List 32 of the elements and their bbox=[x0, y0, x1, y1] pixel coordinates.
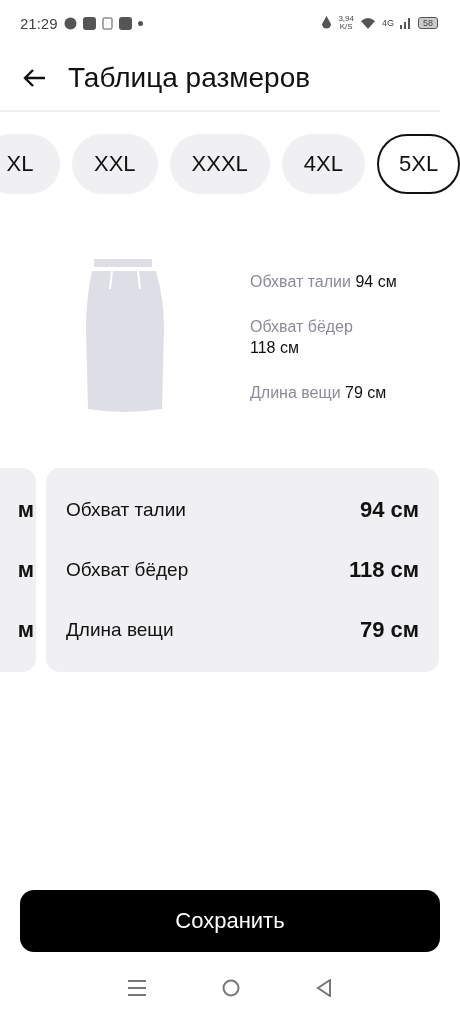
signal-icon bbox=[400, 17, 412, 29]
page-title: Таблица размеров bbox=[68, 62, 311, 94]
measurement-value: м bbox=[17, 617, 34, 643]
status-time: 21:29 bbox=[20, 14, 58, 32]
battery-indicator: 58 bbox=[418, 17, 438, 29]
size-chip[interactable]: 4XL bbox=[281, 134, 365, 194]
measurement-text: Обхват талии 94 см bbox=[250, 272, 397, 292]
size-chip[interactable]: XL bbox=[0, 134, 60, 194]
measurement-label: Обхват талии bbox=[66, 499, 186, 521]
save-button[interactable]: Сохранить bbox=[20, 890, 440, 952]
measurement-label: Длина вещи bbox=[66, 619, 174, 641]
back-button[interactable] bbox=[22, 68, 46, 88]
back-icon[interactable] bbox=[316, 979, 332, 997]
measurement-text: Обхват бёдер 118 см bbox=[250, 317, 354, 358]
home-icon[interactable] bbox=[222, 979, 240, 997]
measurement-value: м bbox=[17, 497, 34, 523]
size-chip[interactable]: XXXL bbox=[169, 134, 270, 194]
measurement-text: Длина вещи 79 см bbox=[250, 383, 388, 403]
measurement-value: м bbox=[17, 557, 34, 583]
measurement-label: Обхват бёдер bbox=[66, 559, 189, 581]
network-label: 4G bbox=[381, 18, 394, 28]
measurement-value: 79 см bbox=[359, 617, 419, 643]
dot-icon bbox=[137, 20, 143, 26]
speed-unit: K/S bbox=[339, 23, 353, 31]
drop-icon bbox=[321, 16, 333, 30]
measurement-value: 118 см bbox=[348, 557, 419, 583]
size-chip[interactable]: 5XL bbox=[377, 134, 460, 194]
wifi-icon bbox=[359, 16, 376, 30]
speed-value: 3,94 bbox=[338, 15, 354, 23]
menu-icon[interactable] bbox=[128, 980, 146, 996]
measurement-value: 94 см bbox=[359, 497, 419, 523]
size-chip[interactable]: XXL bbox=[72, 134, 158, 194]
